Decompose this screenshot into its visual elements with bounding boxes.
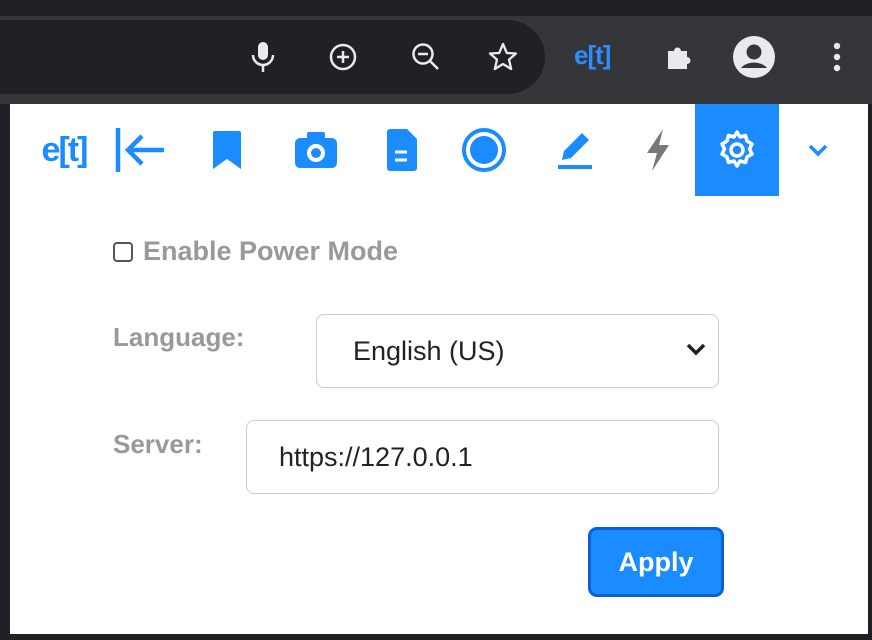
server-value: https://127.0.0.1 (279, 441, 473, 472)
record-icon[interactable] (442, 104, 526, 196)
extensions-puzzle-icon[interactable] (656, 34, 702, 80)
browser-toolbar: e[t] (0, 0, 872, 104)
pencil-icon[interactable] (532, 104, 616, 196)
zoom-in-icon[interactable] (320, 34, 366, 80)
power-mode-label[interactable]: Enable Power Mode (143, 236, 398, 267)
bookmark-icon[interactable] (190, 104, 264, 196)
microphone-icon[interactable] (240, 34, 286, 80)
browser-tabstrip (0, 0, 872, 16)
popup-logo: e[t] (28, 104, 100, 196)
menu-icon[interactable] (814, 34, 860, 80)
apply-button[interactable]: Apply (588, 527, 724, 597)
language-label: Language: (113, 322, 245, 352)
chevron-down-icon[interactable] (780, 104, 856, 196)
language-select[interactable]: English (US) (316, 314, 719, 388)
power-mode-row: Enable Power Mode (113, 236, 398, 267)
collapse-arrow-icon[interactable] (102, 104, 178, 196)
server-label: Server: (113, 429, 203, 459)
profile-icon[interactable] (731, 34, 777, 80)
bookmark-star-icon[interactable] (480, 34, 526, 80)
zoom-out-icon[interactable] (403, 34, 449, 80)
server-input[interactable]: https://127.0.0.1 (246, 420, 719, 494)
lightning-icon[interactable] (616, 104, 700, 196)
window-frame: e[t] e[t] Enable Power Mode Language: En… (0, 0, 872, 640)
popup-logo-text: e[t] (41, 130, 89, 169)
language-value: English (US) (353, 335, 505, 366)
extension-popup: e[t] Enable Power Mode Language: English… (10, 104, 868, 634)
popup-toolbar: e[t] (10, 104, 868, 196)
settings-gear-icon[interactable] (695, 104, 779, 196)
extension-logo[interactable]: e[t] (574, 40, 611, 71)
document-icon[interactable] (360, 104, 444, 196)
select-chevron-icon (684, 337, 708, 366)
camera-icon[interactable] (274, 104, 358, 196)
power-mode-checkbox[interactable] (113, 241, 133, 262)
